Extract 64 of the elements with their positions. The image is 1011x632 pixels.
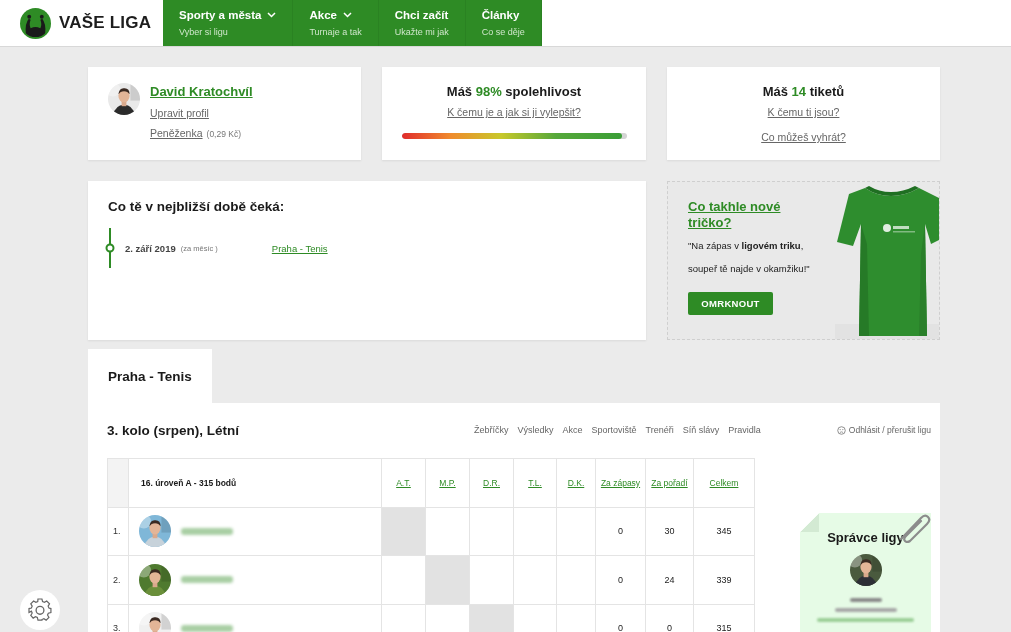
promo-quote: "Na zápas v ligovém triku, (688, 240, 805, 252)
wallet-link[interactable]: Peněženka (150, 127, 203, 139)
rank-cell: 1. (107, 507, 129, 556)
column-sort-link[interactable]: D.K. (556, 458, 596, 507)
score-cell: 0 (595, 555, 646, 604)
reliability-title: Máš 98% spolehlivost (446, 84, 582, 99)
score-cell: 0 (595, 507, 646, 556)
nav-link[interactable]: Články (481, 8, 520, 21)
settings-icon (27, 597, 53, 623)
tickets-link[interactable]: Co můžeš vyhrát? (761, 131, 846, 143)
upcoming-heading: Co tě v nejbližší době čeká: (108, 199, 286, 214)
column-sort-link[interactable]: Celkem (693, 458, 755, 507)
column-sort-link[interactable]: A.T. (381, 458, 426, 507)
score-cell: 345 (693, 507, 755, 556)
nav-subtitle: Turnaje a tak (309, 25, 362, 38)
timeline-marker-icon (105, 228, 115, 268)
settings-button[interactable] (20, 590, 60, 630)
nav-link[interactable]: Akce (309, 8, 337, 21)
column-sort-link[interactable]: Za zápasy (595, 458, 646, 507)
league-nav-link[interactable]: Akce (562, 425, 583, 435)
logo-icon[interactable] (20, 7, 51, 39)
caret-icon[interactable] (342, 11, 352, 18)
league-nav-link[interactable]: Žebříčky (474, 425, 509, 435)
table-header-cell: 16. úroveň A - 315 bodů (128, 458, 382, 507)
sad-face-icon (836, 425, 846, 435)
nav-subtitle: Ukažte mi jak (394, 25, 449, 38)
league-tab[interactable]: Praha - Tenis (88, 349, 212, 403)
blurred-phone (834, 608, 897, 612)
event-date: 2. září 2019 (125, 242, 176, 254)
league-nav-link[interactable]: Pravidla (728, 425, 761, 435)
caret-icon[interactable] (267, 11, 277, 18)
league-nav-link[interactable]: Trenéři (645, 425, 674, 435)
column-sort-link[interactable]: M.P. (425, 458, 470, 507)
column-sort-link[interactable]: T.L. (513, 458, 557, 507)
leave-league-link[interactable]: Odhlásit / přerušit ligu (836, 425, 931, 435)
score-cell: 339 (693, 555, 755, 604)
column-sort-link[interactable]: D.R. (469, 458, 514, 507)
rank-cell: 2. (107, 555, 129, 604)
blurred-name (849, 598, 882, 602)
nav-link[interactable]: Sporty a města (179, 8, 262, 21)
promo-quote: soupeř tě najde v okamžiku!" (688, 263, 810, 275)
score-cell: 30 (645, 507, 694, 556)
logo-text[interactable]: VAŠE LIGA (59, 13, 152, 33)
promo-title-link[interactable]: Co takhle nové tričko? (688, 199, 798, 231)
event-link[interactable]: Praha - Tenis (271, 242, 328, 254)
score-cell: 24 (645, 555, 694, 604)
nav-subtitle: Co se děje (481, 25, 525, 38)
league-nav-link[interactable]: Síň slávy (682, 425, 720, 435)
league-nav-link[interactable]: Výsledky (517, 425, 554, 435)
manager-title: Správce ligy (827, 530, 904, 545)
edit-profile-link[interactable]: Upravit profil (150, 107, 253, 119)
rank-cell: 3. (107, 604, 129, 632)
column-sort-link[interactable]: Za pořadí (645, 458, 694, 507)
league-nav-link[interactable]: Sportoviště (591, 425, 637, 435)
table-header-cell (107, 458, 129, 507)
omrknout-button[interactable]: OMRKNOUT (688, 292, 773, 315)
tickets-link[interactable]: K čemu ti jsou? (767, 106, 840, 118)
wallet-amount: (0,29 Kč) (206, 129, 242, 139)
nav-subtitle: Vyber si ligu (179, 25, 229, 38)
profile-name-link[interactable]: David Kratochvíl (150, 84, 253, 99)
round-heading: 3. kolo (srpen), Létní (107, 422, 239, 438)
tickets-title: Máš 14 tiketů (762, 84, 845, 99)
reliability-link[interactable]: K čemu je a jak si ji vylepšit? (447, 106, 581, 118)
nav-link[interactable]: Chci začít (394, 8, 449, 21)
